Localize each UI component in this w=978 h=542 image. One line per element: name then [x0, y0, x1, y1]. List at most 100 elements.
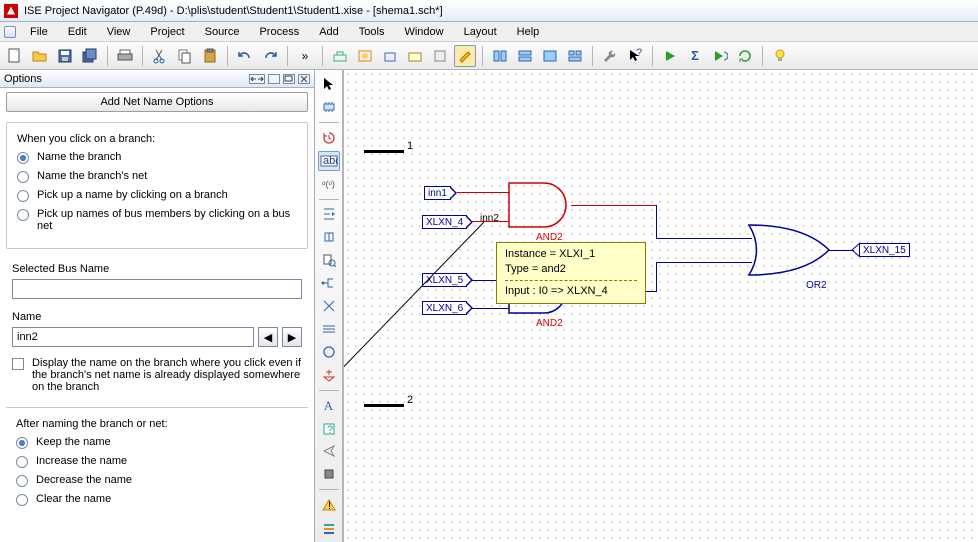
tool-highlight[interactable]	[454, 45, 476, 67]
cursor-tool[interactable]	[318, 74, 340, 94]
tool-c[interactable]	[379, 45, 401, 67]
menu-layout[interactable]: Layout	[454, 23, 507, 41]
net-xlxn4[interactable]: XLXN_4	[422, 215, 467, 229]
bus-tool[interactable]	[318, 319, 340, 339]
menu-help[interactable]: Help	[507, 23, 550, 41]
panel-minimize-icon[interactable]	[268, 74, 280, 84]
hardware-tool[interactable]	[318, 464, 340, 484]
name-input[interactable]: inn2	[12, 327, 254, 347]
open-button[interactable]	[29, 45, 51, 67]
and-bot-label: AND2	[536, 318, 563, 329]
svg-text:!: !	[328, 500, 331, 512]
menu-view[interactable]: View	[97, 23, 141, 41]
warning-tool[interactable]: !	[318, 495, 340, 515]
new-button[interactable]	[4, 45, 26, 67]
marker-2-label: 2	[407, 394, 413, 406]
overflow-button[interactable]: »	[294, 45, 316, 67]
undo-button[interactable]	[234, 45, 256, 67]
schematic-canvas[interactable]: 1 2 AND2 AND2 OR2 inn1 XLXN_4 inn2 XLXN_…	[343, 70, 978, 542]
net-inn1[interactable]: inn1	[424, 186, 451, 200]
layout-b[interactable]	[514, 45, 536, 67]
menu-project[interactable]: Project	[140, 23, 194, 41]
net-tool[interactable]	[318, 273, 340, 293]
sigma-button[interactable]: Σ	[684, 45, 706, 67]
selected-bus-input[interactable]	[12, 279, 302, 299]
bulb-button[interactable]	[769, 45, 791, 67]
menu-bar: File Edit View Project Source Process Ad…	[0, 22, 978, 42]
marker-1	[364, 150, 404, 153]
abc-label-tool[interactable]: abc	[318, 151, 340, 171]
save-button[interactable]	[54, 45, 76, 67]
name-next-button[interactable]: ▶	[282, 327, 302, 347]
menu-tools[interactable]: Tools	[349, 23, 395, 41]
title-bar: ISE Project Navigator (P.49d) - D:\plis\…	[0, 0, 978, 22]
radio-name-branch[interactable]: Name the branch	[17, 151, 297, 164]
tool-e[interactable]	[429, 45, 451, 67]
name-prev-button[interactable]: ◀	[258, 327, 278, 347]
radio-name-branch-net[interactable]: Name the branch's net	[17, 170, 297, 183]
branch-tool[interactable]	[318, 296, 340, 316]
flip-tool[interactable]	[318, 227, 340, 247]
net-inn2-edit[interactable]: inn2	[478, 213, 501, 224]
add-net-name-options-button[interactable]: Add Net Name Options	[6, 92, 308, 112]
system-menu-icon[interactable]	[4, 26, 16, 38]
svg-text:?: ?	[327, 424, 333, 436]
menu-window[interactable]: Window	[394, 23, 453, 41]
select-chip-tool[interactable]	[318, 97, 340, 117]
panel-dock-icon[interactable]	[249, 74, 265, 84]
print-button[interactable]	[114, 45, 136, 67]
net-xlxn15[interactable]: XLXN_15	[859, 243, 910, 257]
name-label: Name	[12, 311, 302, 323]
layout-d[interactable]	[564, 45, 586, 67]
play-button[interactable]	[659, 45, 681, 67]
play-loop-button[interactable]	[709, 45, 731, 67]
history-tool[interactable]	[318, 128, 340, 148]
branch-click-group: When you click on a branch: Name the bra…	[6, 122, 308, 249]
text-tool[interactable]: A	[318, 396, 340, 416]
app-icon	[4, 4, 18, 18]
redo-button[interactable]	[259, 45, 281, 67]
net-xlxn6[interactable]: XLXN_6	[422, 301, 467, 315]
radio-pickup-name[interactable]: Pick up a name by clicking on a branch	[17, 189, 297, 202]
wrench-button[interactable]	[599, 45, 621, 67]
paste-button[interactable]	[199, 45, 221, 67]
menu-source[interactable]: Source	[195, 23, 250, 41]
hier-down-tool[interactable]	[318, 204, 340, 224]
lookup-tool[interactable]	[318, 250, 340, 270]
net-xlxn5[interactable]: XLXN_5	[422, 273, 467, 287]
branch-click-heading: When you click on a branch:	[17, 133, 297, 145]
circle-tool[interactable]	[318, 342, 340, 362]
check-tool[interactable]: ?	[318, 419, 340, 439]
tool-b[interactable]	[354, 45, 376, 67]
schematic-toolbar: abc ᵅ(ᵒ) A ? !	[315, 70, 343, 542]
panel-close-icon[interactable]	[298, 74, 310, 84]
tool-a[interactable]	[329, 45, 351, 67]
power-tool[interactable]	[318, 365, 340, 385]
display-name-checkbox[interactable]: Display the name on the branch where you…	[12, 357, 302, 393]
menu-file[interactable]: File	[20, 23, 58, 41]
radio-pickup-bus[interactable]: Pick up names of bus members by clicking…	[17, 208, 297, 232]
layout-c[interactable]	[539, 45, 561, 67]
panel-restore-icon[interactable]	[283, 74, 295, 84]
options-title: Options	[4, 73, 42, 85]
radio-increase-name[interactable]: Increase the name	[16, 455, 298, 468]
help-cursor-button[interactable]: ?	[624, 45, 646, 67]
tool-d[interactable]	[404, 45, 426, 67]
menu-add[interactable]: Add	[309, 23, 349, 41]
tooltip-instance: Instance = XLXI_1	[505, 247, 637, 262]
layout-a[interactable]	[489, 45, 511, 67]
stack-tool[interactable]	[318, 518, 340, 538]
cut-button[interactable]	[149, 45, 171, 67]
radio-keep-name[interactable]: Keep the name	[16, 436, 298, 449]
tooltip-type: Type = and2	[505, 262, 637, 277]
radio-decrease-name[interactable]: Decrease the name	[16, 474, 298, 487]
alpha-par-tool[interactable]: ᵅ(ᵒ)	[318, 174, 340, 194]
svg-text:?: ?	[636, 48, 642, 59]
radio-clear-name[interactable]: Clear the name	[16, 493, 298, 506]
send-tool[interactable]	[318, 442, 340, 462]
menu-edit[interactable]: Edit	[58, 23, 97, 41]
copy-button[interactable]	[174, 45, 196, 67]
refresh-button[interactable]	[734, 45, 756, 67]
menu-process[interactable]: Process	[249, 23, 309, 41]
save-all-button[interactable]	[79, 45, 101, 67]
